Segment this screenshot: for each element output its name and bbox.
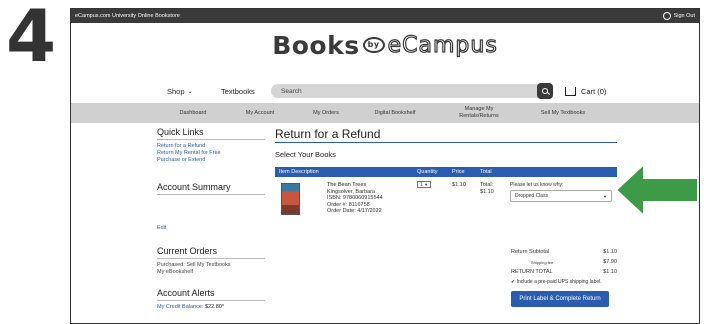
- logo-row: Books by eCampus: [71, 23, 699, 67]
- search-icon: [542, 88, 548, 94]
- edit-link[interactable]: Edit: [157, 225, 265, 232]
- cart-icon: [565, 86, 576, 96]
- quantity-select[interactable]: 1 ▼: [417, 181, 431, 188]
- return-panel: Return for a Refund Select Your Books It…: [275, 127, 617, 237]
- book-cover-image: [281, 183, 300, 215]
- cart-label: Cart (0): [581, 86, 607, 96]
- account-sidebar: Quick Links Return for a Refund Return M…: [157, 127, 265, 311]
- column-header: Item Description: [279, 169, 319, 175]
- credit-balance-value: $22.80*: [205, 304, 224, 310]
- green-arrow-pointer: [614, 161, 699, 219]
- quick-link-purchase-extend[interactable]: Purchase or Extend: [157, 157, 265, 164]
- item-total: $1.10: [480, 189, 494, 195]
- user-icon: [662, 12, 671, 20]
- order-date: Order Date: 4/17/2022: [327, 208, 382, 214]
- page-title: Return for a Refund: [275, 127, 617, 143]
- print-label-complete-return-button[interactable]: Print Label & Complete Return: [511, 291, 609, 307]
- item-price: $1.10: [452, 182, 466, 188]
- shop-menu[interactable]: Shop ⌄: [167, 87, 221, 96]
- sign-out-label: Sign Out: [673, 13, 695, 19]
- reason-select[interactable]: Dropped Class ▼: [510, 190, 612, 202]
- search-input[interactable]: Search: [271, 83, 553, 99]
- search-row: Shop ⌄ Textbooks Search Cart (0): [167, 81, 617, 101]
- current-order-item[interactable]: My eBookshelf: [157, 269, 265, 276]
- credit-balance: My Credit Balance: $22.80*: [157, 304, 265, 311]
- column-header: Total: [480, 169, 492, 175]
- column-header: Quantity: [417, 169, 438, 175]
- return-total-row: RETURN TOTAL $1.10: [511, 267, 617, 277]
- quick-links-heading: Quick Links: [157, 127, 265, 140]
- nav-my-orders[interactable]: My Orders: [301, 110, 351, 117]
- current-order-item[interactable]: Purchased: Sell My Textbooks: [157, 262, 265, 269]
- checkmark-icon: ✔: [511, 279, 516, 285]
- arrow-shape: [614, 161, 699, 219]
- site-name: eCampus.com University Online Bookstore: [75, 13, 180, 19]
- reason-value: Dropped Class: [515, 193, 549, 199]
- quick-link-return-rental[interactable]: Return My Rental for Free: [157, 150, 265, 157]
- reason-label: Please let us know why:: [510, 182, 564, 188]
- logo-books: Books: [272, 30, 360, 60]
- logo-by: by: [362, 37, 385, 53]
- ups-label-text: Include a pre-paid UPS shipping label.: [516, 279, 602, 285]
- nav-my-account[interactable]: My Account: [235, 110, 285, 117]
- subtotal-row: Return Subtotal $1.10: [511, 247, 617, 257]
- chevron-down-icon: ▼: [424, 182, 429, 187]
- shipping-label: Shipping fee: [531, 259, 554, 265]
- book-info: The Bean Trees Kingsolver, Barbara ISBN:…: [327, 182, 383, 215]
- subtotal-label: Return Subtotal: [511, 249, 550, 255]
- browser-frame: eCampus.com University Online Bookstore …: [70, 8, 700, 324]
- shipping-value: $7.90: [603, 259, 617, 265]
- textbooks-link[interactable]: Textbooks: [221, 87, 271, 96]
- subtotal-value: $1.10: [603, 249, 617, 255]
- account-nav-bar: Dashboard My Account My Orders Digital B…: [71, 103, 699, 123]
- section-subtitle: Select Your Books: [275, 150, 336, 159]
- chevron-down-icon: ▼: [603, 193, 607, 199]
- credit-balance-label: My Credit Balance:: [157, 304, 204, 310]
- step-number: 4: [6, 0, 57, 78]
- top-bar: eCampus.com University Online Bookstore …: [71, 9, 699, 23]
- nav-sell-my-textbooks[interactable]: Sell My Textbooks: [533, 110, 593, 117]
- book-isbn: ISBN: 9780060915544: [327, 195, 383, 201]
- logo-ecampus: eCampus: [387, 32, 498, 58]
- return-summary: Return Subtotal $1.10 Shipping fee $7.90…: [511, 247, 617, 307]
- sign-out-link[interactable]: Sign Out: [662, 12, 695, 20]
- ups-label-option[interactable]: ✔ Include a pre-paid UPS shipping label.: [511, 279, 617, 285]
- search-button[interactable]: [537, 83, 553, 99]
- search-placeholder: Search: [281, 87, 302, 95]
- cart-link[interactable]: Cart (0): [565, 86, 607, 96]
- table-row: The Bean Trees Kingsolver, Barbara ISBN:…: [275, 177, 617, 237]
- nav-manage-rentals-returns[interactable]: Manage My Rentals/Returns: [451, 106, 507, 120]
- table-header: Item Description Quantity Price Total: [275, 167, 617, 177]
- nav-dashboard[interactable]: Dashboard: [167, 110, 219, 117]
- item-total-label: Total:: [480, 182, 494, 188]
- quantity-value: 1: [420, 182, 423, 188]
- shop-label: Shop: [167, 86, 185, 96]
- nav-digital-bookshelf[interactable]: Digital Bookshelf: [365, 110, 425, 117]
- reason-field: Please let us know why: Dropped Class ▼: [510, 182, 612, 202]
- account-summary-heading: Account Summary: [157, 182, 265, 195]
- column-header: Price: [452, 169, 465, 175]
- quick-link-return-refund[interactable]: Return for a Refund: [157, 143, 265, 150]
- shipping-row: Shipping fee $7.90: [511, 257, 617, 267]
- books-by-ecampus-logo[interactable]: Books by eCampus: [272, 31, 498, 60]
- account-alerts-heading: Account Alerts: [157, 288, 265, 301]
- return-total-label: RETURN TOTAL: [511, 269, 553, 275]
- current-orders-heading: Current Orders: [157, 246, 265, 259]
- chevron-down-icon: ⌄: [187, 88, 193, 95]
- return-total-value: $1.10: [603, 269, 617, 275]
